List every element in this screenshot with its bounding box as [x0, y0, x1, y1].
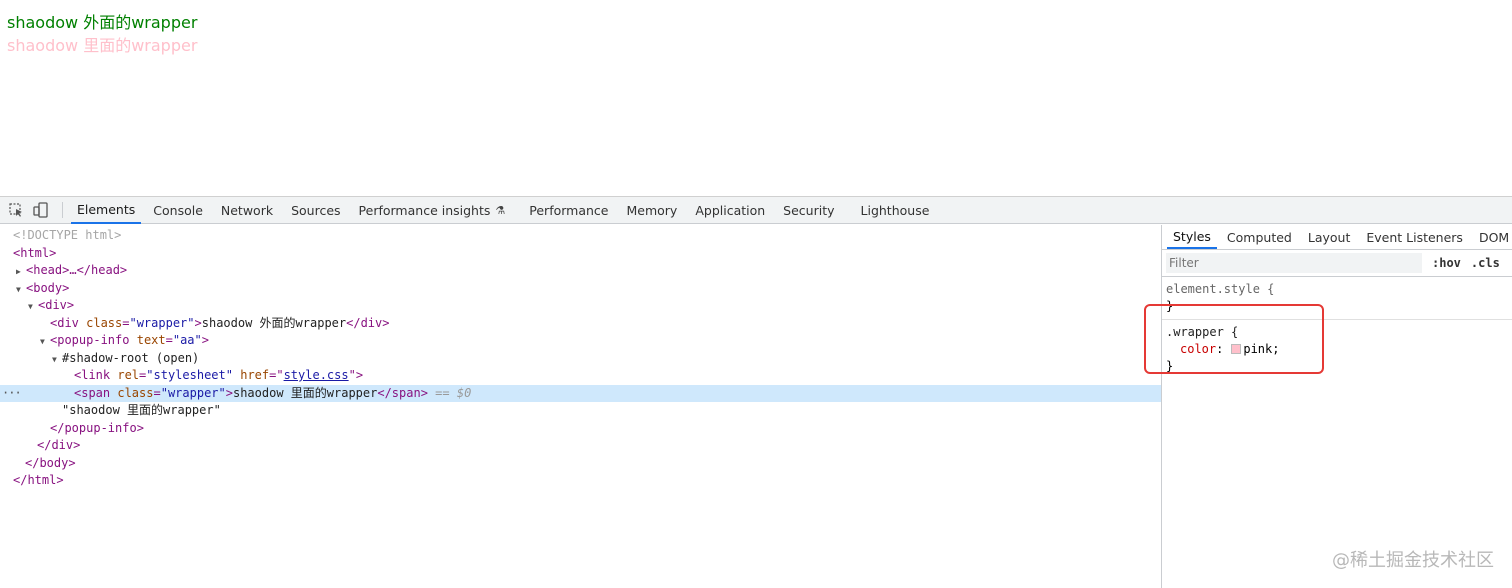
tree-row-doctype[interactable]: <!DOCTYPE html>: [0, 227, 1161, 245]
collapse-triangle-icon[interactable]: ▼: [52, 351, 62, 369]
attr-name: text: [136, 333, 166, 347]
tab-dom-breakpoints[interactable]: DOM Bre: [1473, 225, 1512, 249]
devtools-tabs: Elements Console Network Sources Perform…: [71, 197, 935, 224]
tab-performance-insights[interactable]: Performance insights ⚗: [353, 197, 512, 224]
flask-icon: ⚗: [495, 203, 506, 217]
styles-sub-tabs: Styles Computed Layout Event Listeners D…: [1162, 225, 1512, 250]
page-viewport: shaodow 外面的wrapper shaodow 里面的wrapper: [0, 0, 1512, 196]
popup-info-close-tag: </popup-info>: [50, 420, 144, 435]
selected-marker: == $0: [435, 385, 472, 400]
popup-info-tag: popup-info: [57, 333, 130, 347]
attr-name: class: [86, 315, 123, 330]
outer-wrapper-text: shaodow 外面的wrapper: [7, 13, 198, 32]
tree-row-div[interactable]: ▼ <div>: [0, 297, 1161, 315]
class-toggle[interactable]: .cls: [1471, 256, 1500, 270]
attr-name: href: [240, 368, 270, 382]
tree-row-head[interactable]: ▶ <head>…</head>: [0, 262, 1161, 280]
tree-row-html-close[interactable]: </html>: [0, 472, 1161, 490]
collapse-triangle-icon[interactable]: ▼: [40, 333, 50, 351]
device-toolbar-icon[interactable]: [32, 201, 50, 219]
tree-row-body[interactable]: ▼ <body>: [0, 280, 1161, 298]
span-text: shaodow 里面的wrapper: [232, 385, 378, 400]
tree-row-span-selected[interactable]: ··· <span class="wrapper">shaodow 里面的wra…: [0, 384, 1161, 403]
tab-memory[interactable]: Memory: [620, 197, 683, 224]
tree-row-body-close[interactable]: </body>: [0, 455, 1161, 473]
doctype-node: <!DOCTYPE html>: [13, 228, 122, 242]
attr-value: "stylesheet": [146, 368, 233, 382]
elements-tree: <!DOCTYPE html> <html> ▶ <head>…</head> ▼…: [0, 225, 1161, 588]
watermark-text: @稀土掘金技术社区: [1332, 550, 1494, 571]
tab-computed[interactable]: Computed: [1221, 225, 1298, 249]
tree-row-shadow-root[interactable]: ▼ #shadow-root (open): [0, 350, 1161, 368]
attr-name: rel: [117, 368, 140, 382]
tab-performance-insights-label: Performance insights: [358, 202, 491, 218]
tab-event-listeners[interactable]: Event Listeners: [1360, 225, 1469, 249]
tree-row-popup-close[interactable]: </popup-info>: [0, 420, 1161, 438]
expand-triangle-icon[interactable]: ▶: [16, 263, 26, 281]
tab-lighthouse[interactable]: Lighthouse: [855, 197, 936, 224]
attr-name: class: [117, 385, 154, 400]
tree-row-link[interactable]: <link rel="stylesheet" href="style.css">: [0, 367, 1161, 385]
attr-value: "aa": [172, 333, 202, 347]
collapse-triangle-icon[interactable]: ▼: [16, 281, 26, 299]
toolbar-separator: [62, 202, 63, 218]
tab-application[interactable]: Application: [689, 197, 771, 224]
tab-styles[interactable]: Styles: [1167, 225, 1217, 249]
styles-pane: Styles Computed Layout Event Listeners D…: [1161, 225, 1512, 588]
attr-value: "wrapper": [129, 315, 195, 330]
html-close-tag: </html>: [13, 473, 64, 487]
devtools-toolbar: Elements Console Network Sources Perform…: [0, 197, 1512, 224]
styles-filter-input[interactable]: [1166, 253, 1422, 273]
tree-row-popup-info[interactable]: ▼ <popup-info text="aa">: [0, 332, 1161, 350]
inspect-element-icon[interactable]: [7, 201, 25, 219]
tab-console[interactable]: Console: [147, 197, 209, 224]
tab-performance[interactable]: Performance: [523, 197, 614, 224]
div-open-tag: <div>: [38, 298, 75, 312]
inner-wrapper-text: shaodow 里面的wrapper: [7, 36, 198, 55]
head-node: <head>…</head>: [26, 263, 128, 277]
more-options-icon[interactable]: ···: [2, 385, 22, 403]
body-close-tag: </body>: [25, 455, 76, 470]
div-close-tag: </div>: [37, 438, 81, 452]
annotation-highlight-box: [1144, 304, 1324, 374]
stylesheet-link[interactable]: style.css: [284, 368, 349, 382]
styles-filter-bar: :hov .cls: [1162, 250, 1512, 277]
shadow-root-node: #shadow-root (open): [62, 350, 200, 365]
tab-network[interactable]: Network: [215, 197, 279, 224]
element-style-selector: element.style {: [1166, 282, 1275, 296]
tree-row-div-close[interactable]: </div>: [0, 437, 1161, 455]
tab-layout[interactable]: Layout: [1302, 225, 1357, 249]
html-open-tag: <html>: [13, 245, 57, 260]
tab-elements[interactable]: Elements: [71, 197, 142, 224]
tree-row-wrapper-div[interactable]: <div class="wrapper">shaodow 外面的wrapper<…: [0, 315, 1161, 333]
wrapper-div-text: shaodow 外面的wrapper: [201, 315, 347, 330]
tab-sources[interactable]: Sources: [285, 197, 346, 224]
tab-security[interactable]: Security: [777, 197, 840, 224]
attr-value: "wrapper": [160, 385, 226, 400]
body-open-tag: <body>: [26, 280, 70, 295]
hover-state-toggle[interactable]: :hov: [1432, 256, 1461, 270]
devtools-panel: Elements Console Network Sources Perform…: [0, 196, 1512, 588]
collapse-triangle-icon[interactable]: ▼: [28, 298, 38, 316]
text-node: "shaodow 里面的wrapper": [62, 403, 221, 417]
tree-row-html[interactable]: <html>: [0, 245, 1161, 263]
tree-row-text-node[interactable]: "shaodow 里面的wrapper": [0, 402, 1161, 420]
